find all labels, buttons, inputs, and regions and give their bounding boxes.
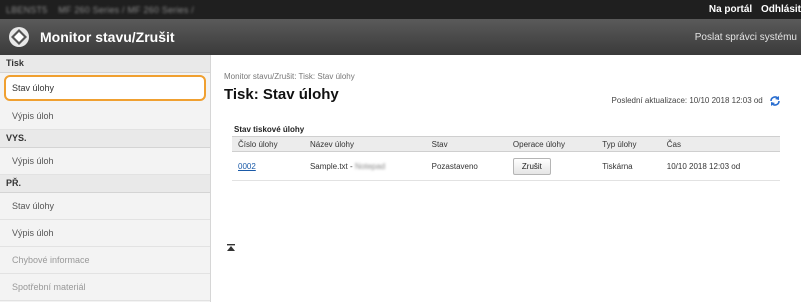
monitor-status-logo-icon xyxy=(9,27,29,47)
top-breadcrumb: LBENST5 MF 260 Series / MF 260 Series / xyxy=(6,5,194,15)
col-job-name: Název úlohy xyxy=(303,136,426,152)
last-update: Poslední aktualizace: 10/10 2018 12:03 o… xyxy=(612,95,781,107)
page-title: Tisk: Stav úlohy xyxy=(224,86,339,103)
back-to-top-icon[interactable] xyxy=(226,243,236,253)
job-status-table: Číslo úlohy Název úlohy Stav Operace úlo… xyxy=(232,136,780,181)
sidebar-heading-pr: PŘ. xyxy=(0,175,210,193)
job-status: Pozastaveno xyxy=(425,151,507,181)
table-header-row: Číslo úlohy Název úlohy Stav Operace úlo… xyxy=(232,136,780,152)
breadcrumb: Monitor stavu/Zrušit: Tisk: Stav úlohy xyxy=(224,72,355,81)
logout-link[interactable]: Odhlásit xyxy=(761,4,801,15)
job-number-link[interactable]: 0002 xyxy=(238,162,256,171)
top-links: Na portál Odhlásit xyxy=(703,4,801,15)
sidebar: Tisk Stav úlohy Výpis úloh VYS. Výpis úl… xyxy=(0,55,211,302)
job-name-redacted: Notepad xyxy=(354,161,386,171)
sidebar-item-tisk-job-status[interactable]: Stav úlohy xyxy=(4,75,206,101)
sidebar-heading-vys: VYS. xyxy=(0,130,210,148)
col-time: Čas xyxy=(660,136,780,152)
sidebar-item-tisk-job-log[interactable]: Výpis úloh xyxy=(0,103,210,130)
main-content: Monitor stavu/Zrušit: Tisk: Stav úlohy T… xyxy=(224,55,801,302)
col-job-number: Číslo úlohy xyxy=(232,136,304,152)
sidebar-item-pr-job-log[interactable]: Výpis úloh xyxy=(0,220,210,247)
sidebar-item-error-info[interactable]: Chybové informace xyxy=(0,247,210,274)
col-status: Stav xyxy=(425,136,507,152)
portal-link[interactable]: Na portál xyxy=(709,4,752,15)
job-name: Sample.txt - xyxy=(309,161,353,171)
last-update-text: Poslední aktualizace: 10/10 2018 12:03 o… xyxy=(611,96,763,106)
sidebar-item-consumables[interactable]: Spotřební materiál xyxy=(0,274,210,301)
top-bar: LBENST5 MF 260 Series / MF 260 Series / … xyxy=(0,0,801,19)
refresh-icon[interactable] xyxy=(769,95,781,107)
job-type: Tiskárna xyxy=(596,151,661,181)
cancel-job-button[interactable]: Zrušit xyxy=(512,157,551,175)
col-job-type: Typ úlohy xyxy=(596,136,661,152)
sidebar-item-vys-job-log[interactable]: Výpis úloh xyxy=(0,148,210,175)
send-to-admin-link[interactable]: Poslat správci systému xyxy=(695,32,797,43)
col-job-action: Operace úlohy xyxy=(506,136,597,152)
job-time: 10/10 2018 12:03 od xyxy=(660,151,780,181)
table-row: 0002 Sample.txt - Notepad Pozastaveno Zr… xyxy=(232,151,780,181)
table-caption: Stav tiskové úlohy xyxy=(234,125,305,134)
title-bar: Monitor stavu/Zrušit Poslat správci syst… xyxy=(0,19,801,55)
job-status-table-wrap: Stav tiskové úlohy Číslo úlohy Název úlo… xyxy=(232,124,780,181)
sidebar-item-pr-job-status[interactable]: Stav úlohy xyxy=(0,193,210,220)
sidebar-heading-tisk: Tisk xyxy=(0,55,210,73)
page-header-title: Monitor stavu/Zrušit xyxy=(40,29,175,45)
